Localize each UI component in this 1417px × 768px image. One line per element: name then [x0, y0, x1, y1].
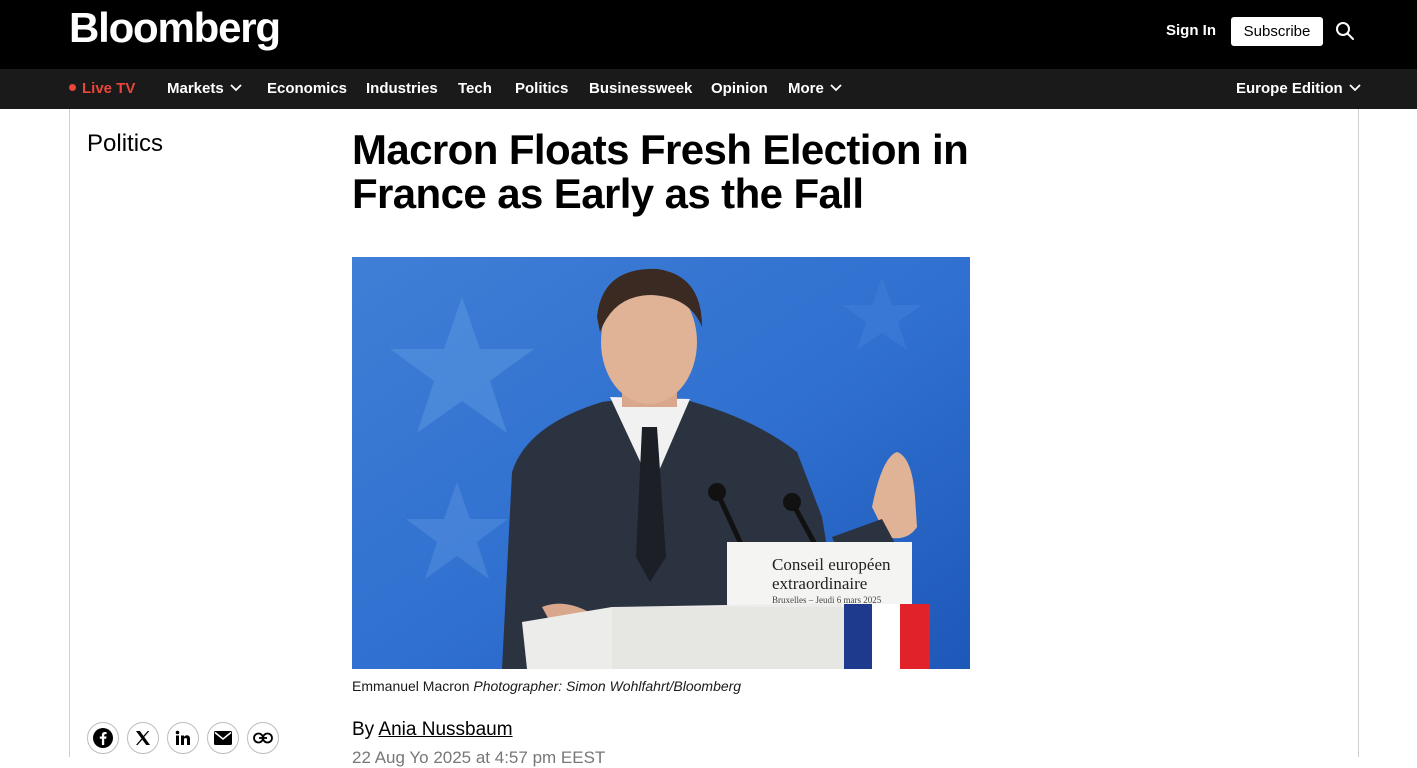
nav-more[interactable]: More: [788, 69, 842, 109]
nav-markets[interactable]: Markets: [167, 69, 242, 109]
nav-markets-label: Markets: [167, 80, 224, 97]
nav-economics[interactable]: Economics: [267, 69, 347, 109]
section-label[interactable]: Politics: [87, 130, 163, 158]
link-icon: [253, 732, 273, 744]
byline-prefix: By: [352, 719, 375, 740]
caption-credit: Photographer: Simon Wohlfahrt/Bloomberg: [473, 678, 742, 694]
podium-text-line1: Conseil européen: [772, 555, 891, 574]
subscribe-button[interactable]: Subscribe: [1231, 17, 1323, 46]
linkedin-icon: [175, 730, 190, 745]
x-icon: [136, 731, 150, 745]
share-x-button[interactable]: [127, 722, 159, 754]
email-icon: [214, 731, 232, 745]
nav-opinion[interactable]: Opinion: [711, 69, 768, 109]
author-link[interactable]: Ania Nussbaum: [378, 719, 512, 740]
search-icon[interactable]: [1335, 21, 1355, 41]
chevron-down-icon: [830, 84, 842, 92]
facebook-icon: [93, 728, 113, 748]
nav-live-tv[interactable]: Live TV: [69, 69, 135, 109]
share-linkedin-button[interactable]: [167, 722, 199, 754]
top-bar: Bloomberg Sign In Subscribe: [0, 0, 1417, 69]
article-headline: Macron Floats Fresh Election in France a…: [352, 126, 969, 217]
chevron-down-icon: [1349, 84, 1361, 92]
nav-politics[interactable]: Politics: [515, 69, 568, 109]
photo-caption: Emmanuel Macron Photographer: Simon Wohl…: [352, 678, 741, 694]
publish-date: 22 Aug Yo 2025 at 4:57 pm EEST: [352, 748, 606, 767]
podium-text-line2: extraordinaire: [772, 574, 867, 593]
byline: By Ania Nussbaum: [352, 719, 513, 741]
sign-in-link[interactable]: Sign In: [1166, 22, 1216, 39]
nav-industries[interactable]: Industries: [366, 69, 438, 109]
article-photo: Conseil européen extraordinaire Bruxelle…: [352, 257, 970, 669]
bloomberg-logo[interactable]: Bloomberg: [69, 4, 281, 52]
main-nav: Live TV Markets Economics Industries Tec…: [0, 69, 1417, 109]
edition-label: Europe Edition: [1236, 80, 1343, 97]
nav-businessweek[interactable]: Businessweek: [589, 69, 692, 109]
content-border-left: [69, 109, 70, 757]
chevron-down-icon: [230, 84, 242, 92]
nav-more-label: More: [788, 80, 824, 97]
content-border-right: [1358, 109, 1359, 757]
edition-selector[interactable]: Europe Edition: [1236, 69, 1361, 109]
live-indicator-icon: [69, 84, 76, 91]
nav-tech[interactable]: Tech: [458, 69, 492, 109]
share-facebook-button[interactable]: [87, 722, 119, 754]
caption-subject: Emmanuel Macron: [352, 678, 470, 694]
copy-link-button[interactable]: [247, 722, 279, 754]
nav-live-tv-label: Live TV: [82, 80, 136, 97]
share-email-button[interactable]: [207, 722, 239, 754]
